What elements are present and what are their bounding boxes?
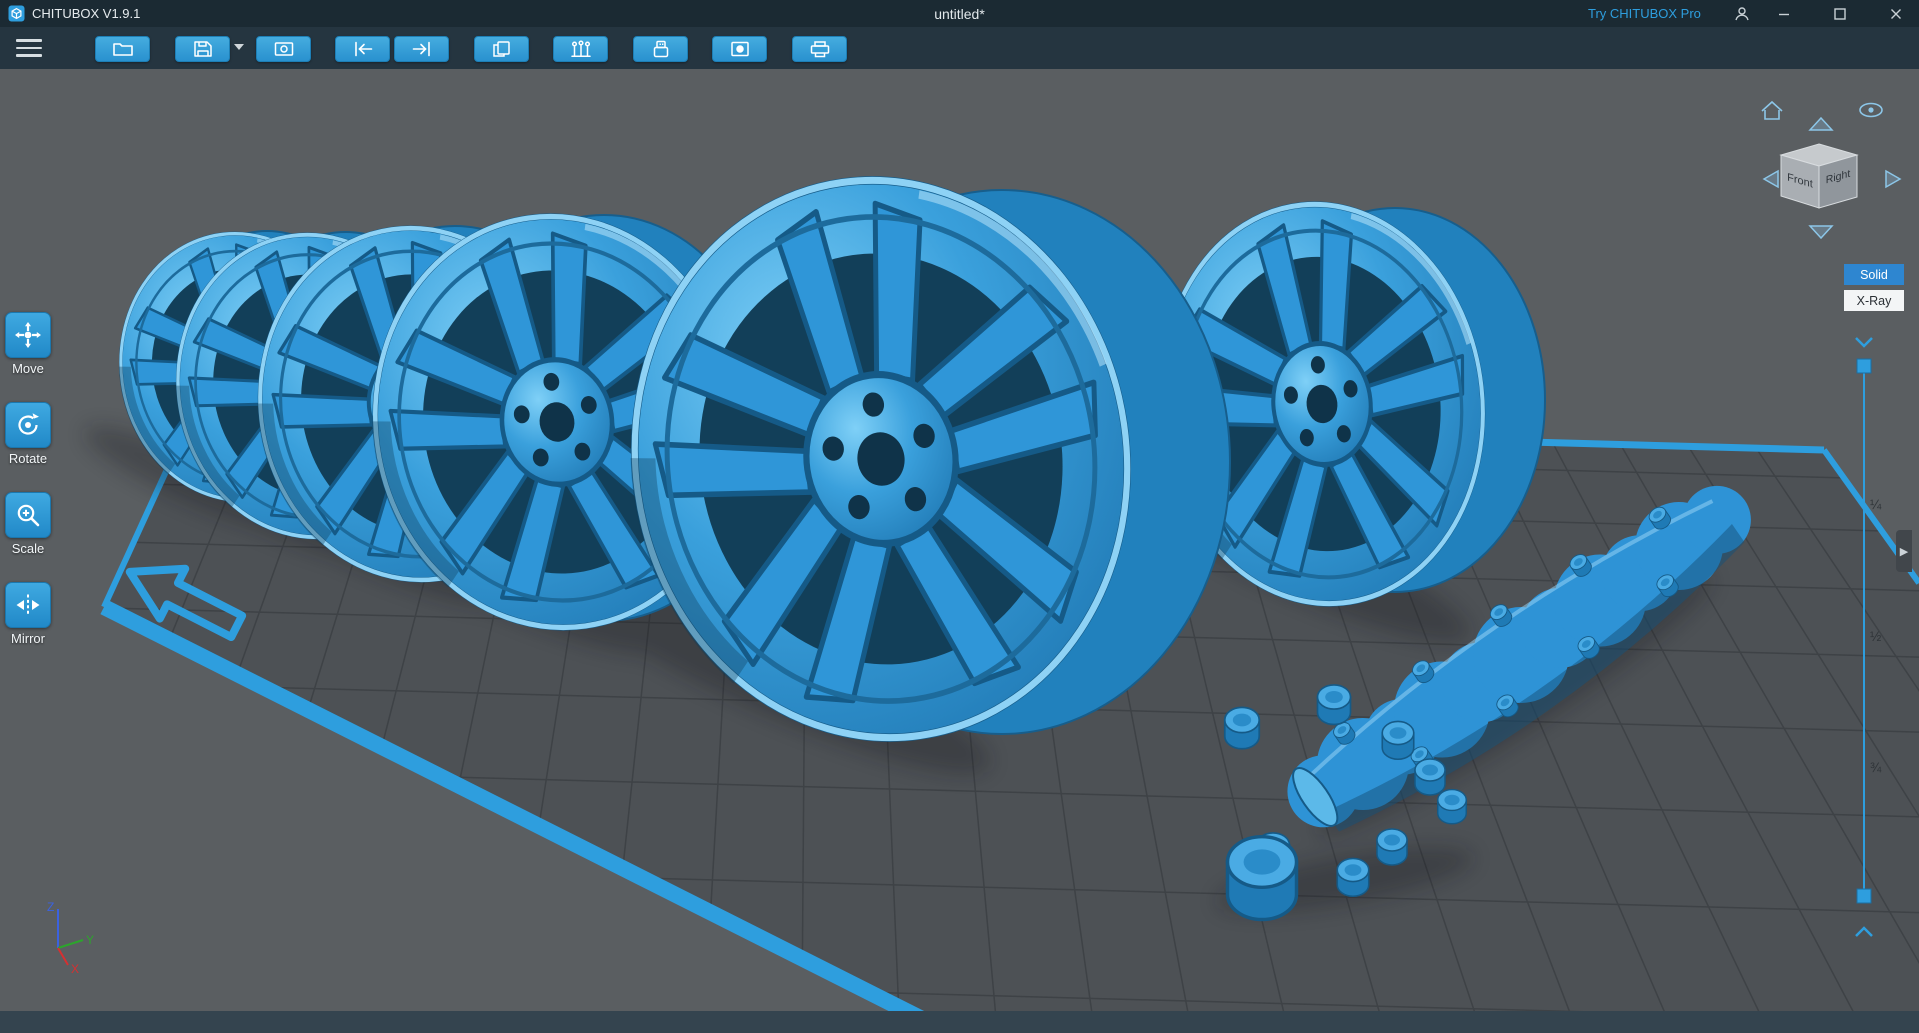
slice-button[interactable] (792, 36, 847, 62)
hollow-icon (653, 40, 668, 58)
maximize-button[interactable] (1822, 0, 1858, 27)
undo-icon (354, 41, 372, 57)
save-button[interactable] (175, 36, 230, 62)
screenshot-icon (274, 42, 293, 56)
scale-label: Scale (11, 541, 45, 556)
support-button[interactable] (553, 36, 608, 62)
mirror-icon (5, 582, 51, 628)
main-toolbar (0, 27, 1919, 69)
z-axis-label: Z (47, 900, 54, 914)
mirror-label: Mirror (11, 631, 45, 646)
screenshot-button[interactable] (256, 36, 311, 62)
render-mode-toggle: Solid X-Ray (1844, 264, 1904, 311)
slider-tick-three-quarter: ¾ (1870, 760, 1882, 775)
hollow-button[interactable] (633, 36, 688, 62)
rotate-right-arrow[interactable] (1885, 169, 1902, 189)
rotate-down-arrow[interactable] (1808, 225, 1834, 240)
rotate-tool[interactable]: Rotate (2, 402, 54, 466)
close-icon (1891, 8, 1901, 19)
view-navigation: Front Right (1752, 92, 1912, 249)
dig-hole-button[interactable] (712, 36, 767, 62)
panel-expand-icon: ▶ (1899, 545, 1909, 558)
app-logo-icon (8, 5, 25, 22)
redo-icon (412, 41, 430, 57)
x-axis-line (57, 947, 69, 966)
undo-button[interactable] (335, 36, 390, 62)
user-icon (1735, 6, 1749, 20)
maximize-icon (1834, 7, 1846, 20)
rotate-up-arrow[interactable] (1808, 116, 1834, 131)
copy-icon (492, 41, 510, 57)
status-bar (0, 1011, 1919, 1033)
rotate-icon (5, 402, 51, 448)
open-button[interactable] (95, 36, 150, 62)
y-axis-label: Y (86, 933, 94, 947)
perspective-toggle-button[interactable] (1859, 102, 1883, 118)
dig-hole-icon (730, 41, 749, 57)
user-account-button[interactable] (1724, 0, 1760, 27)
folder-open-icon (112, 43, 133, 56)
save-icon (193, 41, 212, 57)
mirror-tool[interactable]: Mirror (2, 582, 54, 646)
home-view-button[interactable] (1761, 100, 1783, 120)
rotate-left-arrow[interactable] (1762, 169, 1779, 189)
layer-handle-top[interactable] (1856, 358, 1872, 374)
save-dropdown-caret[interactable] (234, 44, 244, 50)
xray-mode-button[interactable]: X-Ray (1844, 290, 1904, 311)
app-title: CHITUBOX V1.9.1 (32, 6, 141, 21)
titlebar: CHITUBOX V1.9.1 untitled* Try CHITUBOX P… (0, 0, 1919, 27)
view-cube[interactable]: Front Right (1779, 143, 1859, 209)
minimize-button[interactable] (1766, 0, 1802, 27)
transform-toolbar: Move Rotate Scale Mirror (2, 312, 54, 646)
axis-indicator: Z Y X (36, 893, 106, 982)
layer-chevron-down[interactable] (1855, 337, 1873, 348)
model-hub-cap[interactable] (1225, 834, 1299, 922)
copy-button[interactable] (474, 36, 529, 62)
layer-handle-bottom[interactable] (1856, 888, 1872, 904)
settings-panel-toggle[interactable]: ▶ (1896, 530, 1912, 572)
menu-button[interactable] (16, 39, 42, 57)
scale-tool[interactable]: Scale (2, 492, 54, 556)
layer-preview-slider (1845, 333, 1885, 958)
move-tool[interactable]: Move (2, 312, 54, 376)
move-icon (5, 312, 51, 358)
viewport-3d[interactable] (0, 69, 1919, 1011)
solid-mode-button[interactable]: Solid (1844, 264, 1904, 285)
try-pro-link[interactable]: Try CHITUBOX Pro (1588, 0, 1701, 27)
redo-button[interactable] (394, 36, 449, 62)
rotate-label: Rotate (8, 451, 48, 466)
layer-chevron-up[interactable] (1855, 926, 1873, 937)
slider-tick-half: ½ (1870, 629, 1882, 644)
slider-tick-quarter: ¼ (1870, 497, 1882, 512)
move-label: Move (12, 361, 44, 376)
support-icon (570, 40, 591, 57)
close-button[interactable] (1878, 0, 1914, 27)
x-axis-label: X (71, 962, 79, 976)
scale-icon (5, 492, 51, 538)
slice-icon (810, 41, 829, 58)
y-axis-line (57, 939, 84, 949)
